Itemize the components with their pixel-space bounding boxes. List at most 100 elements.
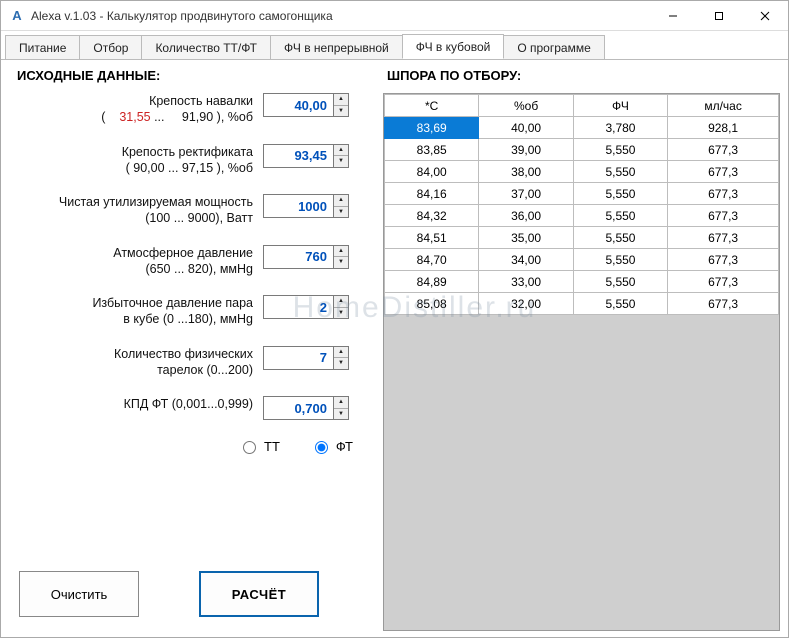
spin-down-icon[interactable]: ▼ xyxy=(334,207,348,218)
table-header-row: *C %об ФЧ мл/час xyxy=(385,95,779,117)
input-strength-rect[interactable] xyxy=(263,144,333,168)
table-cell: 5,550 xyxy=(573,227,667,249)
input-heading: ИСХОДНЫЕ ДАННЫЕ: xyxy=(17,68,383,83)
input-power[interactable] xyxy=(263,194,333,218)
table-row[interactable]: 84,1637,005,550677,3 xyxy=(385,183,779,205)
col-volpct[interactable]: %об xyxy=(479,95,573,117)
spin-up-icon[interactable]: ▲ xyxy=(334,347,348,359)
col-mlhr[interactable]: мл/час xyxy=(668,95,779,117)
label-overpressure: Избыточное давление пара в кубе (0 ...18… xyxy=(13,295,263,328)
tab-fch-cube[interactable]: ФЧ в кубовой xyxy=(402,34,505,59)
table-row[interactable]: 85,0832,005,550677,3 xyxy=(385,293,779,315)
tab-power[interactable]: Питание xyxy=(5,35,80,59)
input-panel: ИСХОДНЫЕ ДАННЫЕ: Крепость навалки ( 31,5… xyxy=(13,68,383,631)
table-cell: 5,550 xyxy=(573,183,667,205)
button-row: Очистить РАСЧЁТ xyxy=(13,571,383,631)
tab-fch-continuous[interactable]: ФЧ в непрерывной xyxy=(270,35,403,59)
radio-ft-input[interactable] xyxy=(315,441,328,454)
radio-tt[interactable]: ТТ xyxy=(238,438,280,454)
tab-strip: Питание Отбор Количество ТТ/ФТ ФЧ в непр… xyxy=(1,31,788,59)
spin-down-icon[interactable]: ▼ xyxy=(334,308,348,319)
result-panel: ШПОРА ПО ОТБОРУ: *C %об ФЧ мл/час 83,694… xyxy=(383,68,782,631)
table-cell: 5,550 xyxy=(573,271,667,293)
spin-up-icon[interactable]: ▲ xyxy=(334,195,348,207)
table-cell: 677,3 xyxy=(668,227,779,249)
input-kpd[interactable] xyxy=(263,396,333,420)
spin-up-icon[interactable]: ▲ xyxy=(334,94,348,106)
table-row[interactable]: 84,7034,005,550677,3 xyxy=(385,249,779,271)
label-power: Чистая утилизируемая мощность (100 ... 9… xyxy=(13,194,263,227)
table-cell: 40,00 xyxy=(479,117,573,139)
spin-down-icon[interactable]: ▼ xyxy=(334,409,348,420)
spin-up-icon[interactable]: ▲ xyxy=(334,145,348,157)
tab-about[interactable]: О программе xyxy=(503,35,604,59)
table-cell: 677,3 xyxy=(668,249,779,271)
label-strength-rect: Крепость ректификата ( 90,00 ... 97,15 )… xyxy=(13,144,263,177)
table-cell: 84,16 xyxy=(385,183,479,205)
titlebar: A Alexa v.1.03 - Калькулятор продвинутог… xyxy=(1,1,788,31)
table-cell: 5,550 xyxy=(573,205,667,227)
input-overpressure[interactable] xyxy=(263,295,333,319)
table-empty-area xyxy=(384,315,779,631)
spin-up-icon[interactable]: ▲ xyxy=(334,296,348,308)
maximize-button[interactable] xyxy=(696,1,742,30)
field-power: Чистая утилизируемая мощность (100 ... 9… xyxy=(13,194,383,227)
radio-ft-label: ФТ xyxy=(336,439,353,454)
table-row[interactable]: 83,8539,005,550677,3 xyxy=(385,139,779,161)
input-strength-wash[interactable] xyxy=(263,93,333,117)
table-cell: 677,3 xyxy=(668,139,779,161)
field-plates: Количество физических тарелок (0...200) … xyxy=(13,346,383,379)
app-icon: A xyxy=(9,8,25,24)
table-cell: 677,3 xyxy=(668,183,779,205)
spin-down-icon[interactable]: ▼ xyxy=(334,358,348,369)
label-atm-pressure: Атмосферное давление (650 ... 820), ммHg xyxy=(13,245,263,278)
minimize-button[interactable] xyxy=(650,1,696,30)
table-cell: 85,08 xyxy=(385,293,479,315)
input-plates[interactable] xyxy=(263,346,333,370)
result-table-wrap[interactable]: *C %об ФЧ мл/час 83,6940,003,780928,183,… xyxy=(383,93,780,631)
window-title: Alexa v.1.03 - Калькулятор продвинутого … xyxy=(31,9,650,23)
table-row[interactable]: 83,6940,003,780928,1 xyxy=(385,117,779,139)
table-cell: 84,70 xyxy=(385,249,479,271)
table-cell: 33,00 xyxy=(479,271,573,293)
field-kpd: КПД ФТ (0,001...0,999) ▲▼ xyxy=(13,396,383,420)
calc-button[interactable]: РАСЧЁТ xyxy=(199,571,319,617)
table-row[interactable]: 84,8933,005,550677,3 xyxy=(385,271,779,293)
clear-button[interactable]: Очистить xyxy=(19,571,139,617)
field-overpressure: Избыточное давление пара в кубе (0 ...18… xyxy=(13,295,383,328)
table-cell: 677,3 xyxy=(668,205,779,227)
table-cell: 677,3 xyxy=(668,293,779,315)
radio-ft[interactable]: ФТ xyxy=(310,438,353,454)
table-cell: 928,1 xyxy=(668,117,779,139)
table-row[interactable]: 84,5135,005,550677,3 xyxy=(385,227,779,249)
tab-count-tt-ft[interactable]: Количество ТТ/ФТ xyxy=(141,35,271,59)
table-cell: 5,550 xyxy=(573,293,667,315)
table-cell: 83,85 xyxy=(385,139,479,161)
window-controls xyxy=(650,1,788,30)
table-row[interactable]: 84,0038,005,550677,3 xyxy=(385,161,779,183)
spin-down-icon[interactable]: ▼ xyxy=(334,257,348,268)
input-atm-pressure[interactable] xyxy=(263,245,333,269)
table-cell: 36,00 xyxy=(479,205,573,227)
field-strength-wash: Крепость навалки ( 31,55 ... 91,90 ), %о… xyxy=(13,93,383,126)
spin-up-icon[interactable]: ▲ xyxy=(334,246,348,258)
table-cell: 34,00 xyxy=(479,249,573,271)
col-temp[interactable]: *C xyxy=(385,95,479,117)
table-cell: 84,89 xyxy=(385,271,479,293)
table-row[interactable]: 84,3236,005,550677,3 xyxy=(385,205,779,227)
table-cell: 677,3 xyxy=(668,271,779,293)
result-table: *C %об ФЧ мл/час 83,6940,003,780928,183,… xyxy=(384,94,779,315)
close-button[interactable] xyxy=(742,1,788,30)
radio-tt-input[interactable] xyxy=(243,441,256,454)
tab-selection[interactable]: Отбор xyxy=(79,35,142,59)
table-cell: 84,00 xyxy=(385,161,479,183)
col-fch[interactable]: ФЧ xyxy=(573,95,667,117)
label-strength-wash: Крепость навалки ( 31,55 ... 91,90 ), %о… xyxy=(13,93,263,126)
spin-down-icon[interactable]: ▼ xyxy=(334,106,348,117)
spin-down-icon[interactable]: ▼ xyxy=(334,156,348,167)
field-atm-pressure: Атмосферное давление (650 ... 820), ммHg… xyxy=(13,245,383,278)
table-cell: 84,32 xyxy=(385,205,479,227)
table-cell: 37,00 xyxy=(479,183,573,205)
spin-up-icon[interactable]: ▲ xyxy=(334,397,348,409)
plate-type-radio-group: ТТ ФТ xyxy=(13,438,383,454)
